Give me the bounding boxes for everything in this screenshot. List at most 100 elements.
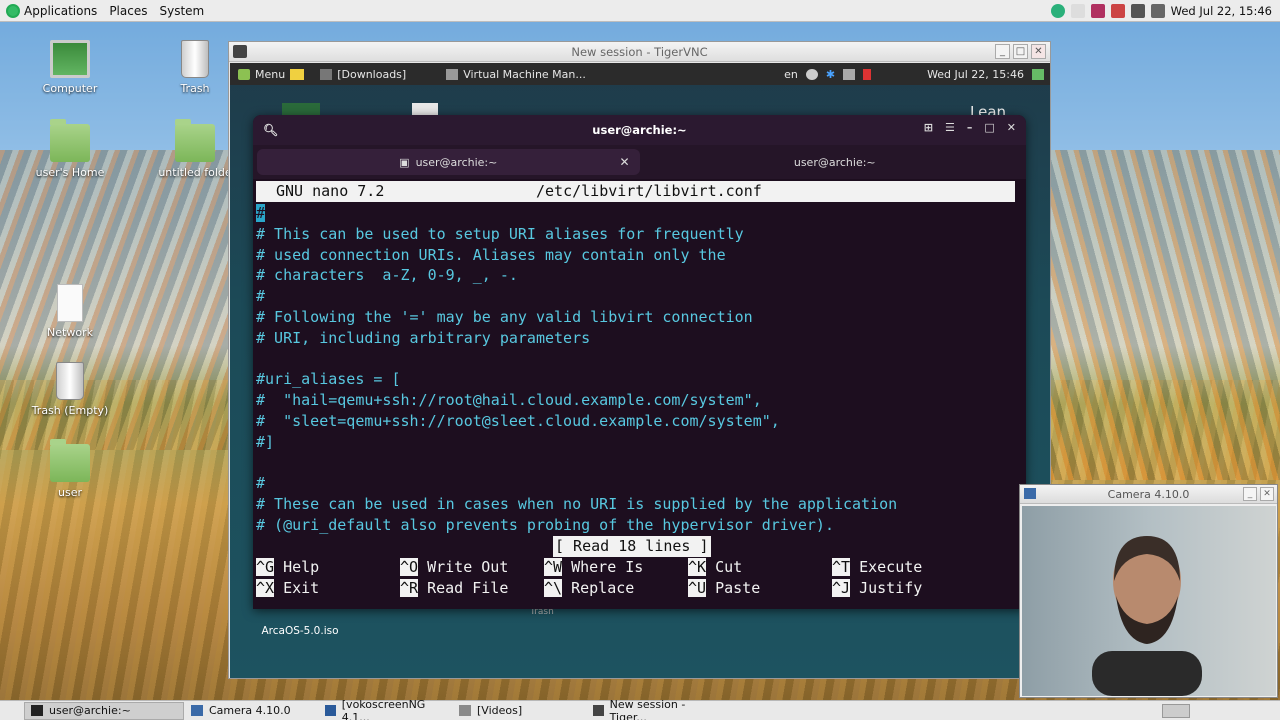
shortcut-label: Execute — [859, 558, 923, 576]
task-vokoscreen[interactable]: [vokoscreenNG 4.1... — [318, 698, 452, 720]
nano-header: GNU nano 7.2/etc/libvirt/libvirt.conf — [256, 181, 1015, 202]
editor-line[interactable]: #uri_aliases = [ — [256, 369, 897, 390]
computer-icon — [50, 40, 90, 78]
volume-icon[interactable] — [843, 68, 856, 80]
remote-task-vmm[interactable]: Virtual Machine Man... — [438, 63, 594, 85]
camera-icon — [191, 705, 203, 716]
editor-line[interactable]: # (@uri_default also prevents probing of… — [256, 515, 897, 536]
record-icon[interactable] — [1110, 4, 1125, 18]
hamburger-menu-icon[interactable]: ☰ — [945, 121, 955, 134]
editor-line[interactable]: # URI, including arbitrary parameters — [256, 328, 897, 349]
places-menu[interactable]: Places — [103, 0, 153, 22]
desktop-icon-home[interactable]: user's Home — [20, 119, 120, 179]
shortcut-write-out[interactable]: ^O Write Out — [400, 557, 508, 578]
editor-line[interactable] — [256, 453, 897, 474]
bottom-taskbar: user@archie:~ Camera 4.10.0 [vokoscreenN… — [0, 698, 1280, 720]
webcam-person-image — [1092, 536, 1202, 696]
remote-task-downloads[interactable]: [Downloads] — [312, 63, 414, 85]
shortcut-where-is[interactable]: ^W Where Is — [544, 557, 643, 578]
shortcut-help[interactable]: ^G Help — [256, 557, 319, 578]
task-camera[interactable]: Camera 4.10.0 — [184, 702, 318, 720]
tab-2[interactable]: user@archie:~ — [644, 145, 1027, 179]
bluetooth-icon[interactable]: ✱ — [826, 68, 835, 81]
user-folder-icon — [50, 439, 90, 482]
editor-line[interactable]: # — [256, 286, 897, 307]
editor-line[interactable]: # This can be used to setup URI aliases … — [256, 224, 897, 245]
folder-icon — [459, 705, 471, 716]
system-menu[interactable]: System — [153, 0, 210, 22]
desktop-icon[interactable] — [1032, 68, 1044, 80]
notes-icon[interactable] — [290, 68, 305, 80]
desktop-icon-computer[interactable]: Computer — [20, 40, 120, 95]
remote-panel: Menu [Downloads] Virtual Machine Man... … — [230, 63, 1050, 85]
vokoscreen-icon — [325, 705, 336, 716]
update-icon[interactable] — [1050, 4, 1065, 18]
shortcut-label: Read File — [427, 578, 509, 597]
nano-editor[interactable]: # # This can be used to setup URI aliases… — [256, 203, 897, 536]
shortcut-key: ^W — [544, 558, 563, 576]
editor-line[interactable]: # — [256, 473, 897, 494]
shortcut-replace[interactable]: ^\ Replace — [544, 578, 634, 599]
vokoscreen-icon[interactable] — [1090, 4, 1105, 18]
shortcut-justify[interactable]: ^J Justify — [832, 578, 922, 599]
toggle-icon[interactable] — [805, 68, 818, 80]
maximize-icon[interactable]: □ — [984, 121, 994, 134]
close-tab-icon[interactable]: ✕ — [619, 155, 629, 169]
editor-line[interactable] — [256, 349, 897, 370]
task-tigervnc[interactable]: New session - Tiger... — [586, 698, 720, 720]
shortcut-key: ^\ — [544, 578, 563, 597]
close-icon[interactable]: ✕ — [1007, 121, 1016, 134]
editor-line[interactable]: # — [256, 203, 897, 224]
shortcut-key: ^R — [400, 578, 419, 597]
desktop-icon-trash-empty[interactable]: Trash (Empty) — [20, 362, 120, 417]
battery-icon[interactable] — [863, 68, 872, 80]
editor-line[interactable]: # "hail=qemu+ssh://root@hail.cloud.examp… — [256, 390, 897, 411]
camera-minimize-button[interactable]: _ — [1243, 487, 1257, 501]
new-tab-icon[interactable]: ⊞ — [924, 121, 933, 134]
shortcut-key: ^T — [832, 558, 851, 576]
editor-line[interactable]: # used connection URIs. Aliases may cont… — [256, 245, 897, 266]
search-icon[interactable]: 🔍︎ — [263, 123, 278, 137]
terminal-icon — [31, 705, 43, 716]
network-icon[interactable] — [1070, 4, 1085, 18]
terminal-headerbar[interactable]: 🔍︎ user@archie:~ ⊞ ☰ – □ ✕ — [253, 115, 1026, 145]
camera-app-icon — [1024, 488, 1036, 499]
clock[interactable]: Wed Jul 22, 15:46 — [1171, 4, 1272, 18]
volume-icon[interactable] — [1130, 4, 1145, 18]
shortcut-key: ^K — [688, 558, 707, 576]
task-terminal[interactable]: user@archie:~ — [24, 701, 184, 720]
editor-line[interactable]: # Following the '=' may be any valid lib… — [256, 307, 897, 328]
minimize-button[interactable]: _ — [995, 44, 1010, 59]
editor-line[interactable]: # characters a-Z, 0-9, _, -. — [256, 265, 897, 286]
shortcut-exit[interactable]: ^X Exit — [256, 578, 319, 599]
shortcut-paste[interactable]: ^U Paste — [688, 578, 760, 599]
editor-line[interactable]: # These can be used in cases when no URI… — [256, 494, 897, 515]
shortcut-label: Write Out — [427, 558, 509, 576]
workspace-switcher[interactable] — [1162, 704, 1190, 718]
shortcut-execute[interactable]: ^T Execute — [832, 557, 922, 578]
shortcut-label: Replace — [571, 578, 635, 597]
editor-line[interactable]: #] — [256, 432, 897, 453]
remote-menu-button[interactable]: Menu — [230, 63, 312, 85]
maximize-button[interactable]: □ — [1013, 44, 1028, 59]
camera-window: Camera 4.10.0 _ ✕ — [1019, 484, 1278, 698]
trash-empty-icon — [56, 362, 84, 400]
keyboard-layout[interactable]: en — [784, 68, 798, 81]
remote-clock[interactable]: Wed Jul 22, 15:46 — [927, 68, 1024, 81]
applications-menu[interactable]: Applications — [0, 0, 103, 22]
close-button[interactable]: ✕ — [1031, 44, 1046, 59]
shortcut-key: ^U — [688, 578, 707, 597]
vnc-titlebar[interactable]: New session - TigerVNC _ □ ✕ — [229, 42, 1050, 62]
minimize-icon[interactable]: – — [967, 121, 973, 134]
shortcut-cut[interactable]: ^K Cut — [688, 557, 742, 578]
desktop-icon-user[interactable]: user — [20, 439, 120, 499]
shortcut-read-file[interactable]: ^R Read File — [400, 578, 508, 599]
desktop-icon-network[interactable]: Network — [20, 284, 120, 339]
remote-icon-arcaos[interactable]: ArcaOS-5.0.iso — [250, 625, 350, 637]
editor-line[interactable]: # "sleet=qemu+ssh://root@sleet.cloud.exa… — [256, 411, 897, 432]
tab-1[interactable]: ▣ user@archie:~ ✕ — [257, 149, 640, 175]
camera-titlebar[interactable]: Camera 4.10.0 _ ✕ — [1020, 485, 1277, 504]
terminal-tabs: ▣ user@archie:~ ✕ user@archie:~ — [253, 145, 1026, 179]
task-videos[interactable]: [Videos] — [452, 702, 586, 720]
camera-close-button[interactable]: ✕ — [1260, 487, 1274, 501]
